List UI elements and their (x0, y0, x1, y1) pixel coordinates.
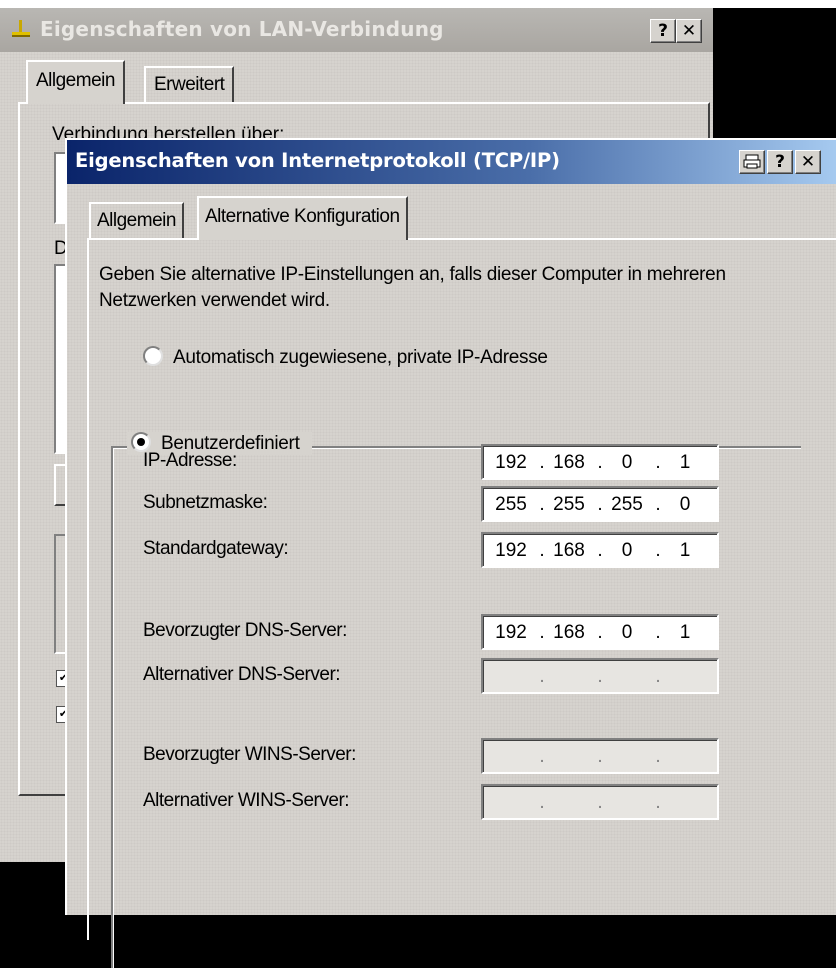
default-gateway-label: Standardgateway: (143, 538, 289, 559)
radio-automatic[interactable] (143, 346, 163, 366)
lan-tab-erweitert[interactable]: Erweitert (144, 66, 235, 102)
description-text: Geben Sie alternative IP-Einstellungen a… (99, 264, 726, 311)
custom-config-group: Benutzerdefiniert (111, 432, 801, 968)
ip-dot-separator: . (597, 792, 603, 813)
subnet-mask-label: Subnetzmaske: (143, 492, 268, 513)
preferred-dns-input[interactable]: 192. 168. 0. 1 (481, 614, 719, 650)
ip-dot-separator: . (655, 792, 661, 813)
network-connection-icon (12, 20, 30, 37)
ip-octet[interactable]: 168 (545, 450, 593, 476)
ip-octet[interactable]: 168 (545, 620, 593, 646)
alternate-dns-label: Alternativer DNS-Server: (143, 664, 341, 685)
preferred-wins-label: Bevorzugter WINS-Server: (143, 744, 356, 765)
radio-custom[interactable] (131, 432, 151, 452)
tcpip-dialog-body: Allgemein Alternative Konfiguration Gebe… (67, 184, 836, 968)
ip-octet[interactable]: 1 (661, 620, 709, 646)
ip-dot-separator: . (539, 792, 545, 813)
top-strip (0, 0, 836, 8)
radio-automatic-row[interactable]: Automatisch zugewiesene, private IP-Adre… (143, 346, 548, 369)
default-gateway-input[interactable]: 192. 168. 0. 1 (481, 532, 719, 568)
ip-dot-separator: . (539, 746, 545, 767)
ip-octet[interactable]: 1 (661, 538, 709, 564)
tcpip-help-button[interactable]: ? (767, 150, 793, 174)
ip-octet[interactable]: 0 (603, 538, 651, 564)
desktop-background-bottom (0, 862, 68, 913)
lan-title-bar[interactable]: Eigenschaften von LAN-Verbindung ? ✕ (0, 8, 713, 52)
tcpip-close-button[interactable]: ✕ (795, 150, 821, 174)
lan-close-button[interactable]: ✕ (676, 19, 702, 43)
lan-dialog-title: Eigenschaften von LAN-Verbindung (40, 17, 444, 41)
lan-help-button[interactable]: ? (650, 19, 676, 43)
ip-octet[interactable]: 192 (487, 450, 535, 476)
lan-tab-allgemein[interactable]: Allgemein (26, 60, 125, 104)
tcpip-title-bar[interactable]: Eigenschaften von Internetprotokoll (TCP… (67, 140, 836, 184)
ip-octet[interactable]: 192 (487, 620, 535, 646)
ip-octet[interactable]: 255 (545, 492, 593, 518)
preferred-dns-label: Bevorzugter DNS-Server: (143, 620, 347, 641)
desktop-background (713, 8, 836, 138)
ip-dot-separator: . (597, 666, 603, 687)
subnet-mask-input[interactable]: 255. 255. 255. 0 (481, 486, 719, 522)
tcpip-dialog-title: Eigenschaften von Internetprotokoll (TCP… (75, 149, 560, 172)
tab-allgemein[interactable]: Allgemein (89, 202, 184, 238)
ip-octet[interactable]: 0 (603, 620, 651, 646)
ip-octet[interactable]: 0 (603, 450, 651, 476)
radio-automatic-label: Automatisch zugewiesene, private IP-Adre… (173, 347, 548, 368)
alternate-dns-input[interactable]: ... (481, 658, 719, 694)
ip-octet[interactable]: 168 (545, 538, 593, 564)
print-icon[interactable] (739, 150, 765, 174)
ip-dot-separator: . (597, 746, 603, 767)
ip-address-label: IP-Adresse: (143, 450, 237, 471)
tab-alternative-konfiguration[interactable]: Alternative Konfiguration (197, 196, 408, 240)
ip-octet[interactable]: 255 (487, 492, 535, 518)
ip-octet[interactable]: 1 (661, 450, 709, 476)
alternate-wins-label: Alternativer WINS-Server: (143, 790, 350, 811)
ip-dot-separator: . (539, 666, 545, 687)
ip-dot-separator: . (655, 746, 661, 767)
tcpip-properties-dialog: Eigenschaften von Internetprotokoll (TCP… (65, 138, 836, 968)
ip-octet[interactable]: 192 (487, 538, 535, 564)
ip-octet[interactable]: 0 (661, 492, 709, 518)
preferred-wins-input[interactable]: ... (481, 738, 719, 774)
alternate-wins-input[interactable]: ... (481, 784, 719, 820)
ip-address-input[interactable]: 192. 168. 0. 1 (481, 444, 719, 480)
ip-octet[interactable]: 255 (603, 492, 651, 518)
ip-dot-separator: . (655, 666, 661, 687)
